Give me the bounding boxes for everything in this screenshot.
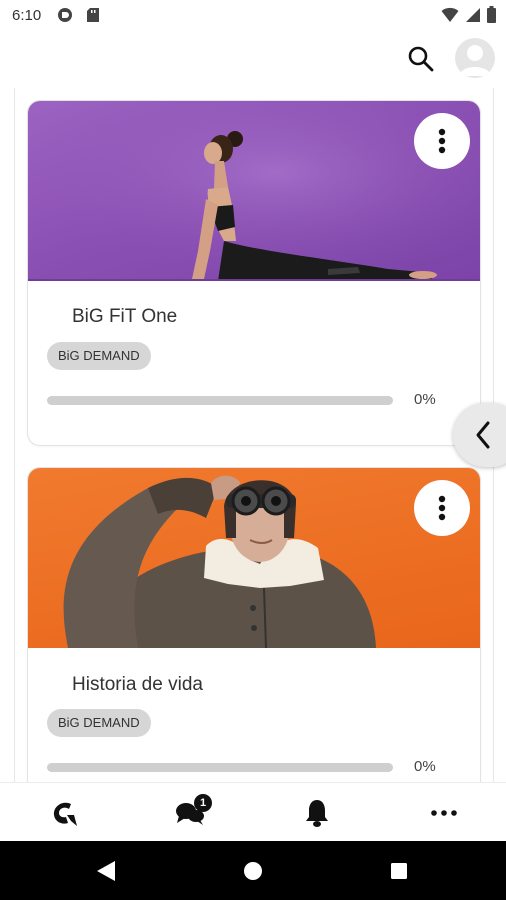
card-menu-button[interactable] bbox=[414, 113, 470, 169]
nav-chat[interactable]: 1 bbox=[160, 783, 220, 842]
sd-card-icon bbox=[86, 7, 102, 23]
signal-icon bbox=[465, 7, 481, 28]
chevron-left-icon bbox=[476, 421, 490, 449]
search-button[interactable] bbox=[404, 42, 438, 76]
bell-icon bbox=[306, 799, 328, 827]
avatar[interactable] bbox=[455, 38, 495, 78]
more-horizontal-icon bbox=[431, 809, 457, 816]
more-vertical-icon bbox=[438, 128, 446, 154]
older-man-aviator-illustration bbox=[63, 475, 376, 648]
app-bar bbox=[0, 32, 506, 88]
status-time: 6:10 bbox=[12, 7, 42, 24]
cast-icon bbox=[57, 7, 73, 23]
search-icon bbox=[408, 46, 434, 72]
progress-bar bbox=[47, 396, 393, 405]
nav-more[interactable] bbox=[414, 783, 474, 842]
system-nav-bar bbox=[0, 841, 506, 900]
progress-label: 0% bbox=[414, 391, 436, 408]
chat-badge: 1 bbox=[194, 794, 212, 812]
recents-icon bbox=[391, 863, 407, 879]
more-vertical-icon bbox=[438, 495, 446, 521]
status-icons bbox=[441, 6, 496, 28]
drawer-toggle-button[interactable] bbox=[453, 403, 506, 467]
woman-yoga-illustration bbox=[28, 101, 480, 281]
course-list[interactable]: BiG FiT One BiG DEMAND 0% Historia de vi… bbox=[0, 88, 506, 782]
card-menu-button[interactable] bbox=[414, 480, 470, 536]
system-recents-button[interactable] bbox=[383, 855, 415, 887]
person-icon bbox=[459, 45, 491, 76]
nav-notifications[interactable] bbox=[287, 783, 347, 842]
card-image-yoga bbox=[28, 101, 480, 281]
card-title: Historia de vida bbox=[72, 674, 203, 695]
progress-bar bbox=[47, 763, 393, 772]
nav-home[interactable] bbox=[34, 783, 94, 842]
system-home-button[interactable] bbox=[237, 855, 269, 887]
status-bar: 6:10 bbox=[0, 0, 506, 32]
home-icon bbox=[244, 862, 262, 880]
category-chip: BiG DEMAND bbox=[47, 709, 151, 737]
brand-logo-icon bbox=[53, 802, 77, 826]
progress-label: 0% bbox=[414, 758, 436, 775]
system-back-button[interactable] bbox=[90, 855, 122, 887]
card-title: BiG FiT One bbox=[72, 306, 178, 327]
battery-icon bbox=[487, 6, 496, 28]
category-chip: BiG DEMAND bbox=[47, 342, 151, 370]
back-icon bbox=[97, 861, 115, 881]
wifi-icon bbox=[441, 7, 459, 28]
card-image-aviator bbox=[28, 468, 480, 648]
bottom-nav: 1 bbox=[0, 782, 506, 842]
course-card[interactable]: Historia de vida BiG DEMAND 0% bbox=[28, 468, 480, 782]
course-card[interactable]: BiG FiT One BiG DEMAND 0% bbox=[28, 101, 480, 445]
